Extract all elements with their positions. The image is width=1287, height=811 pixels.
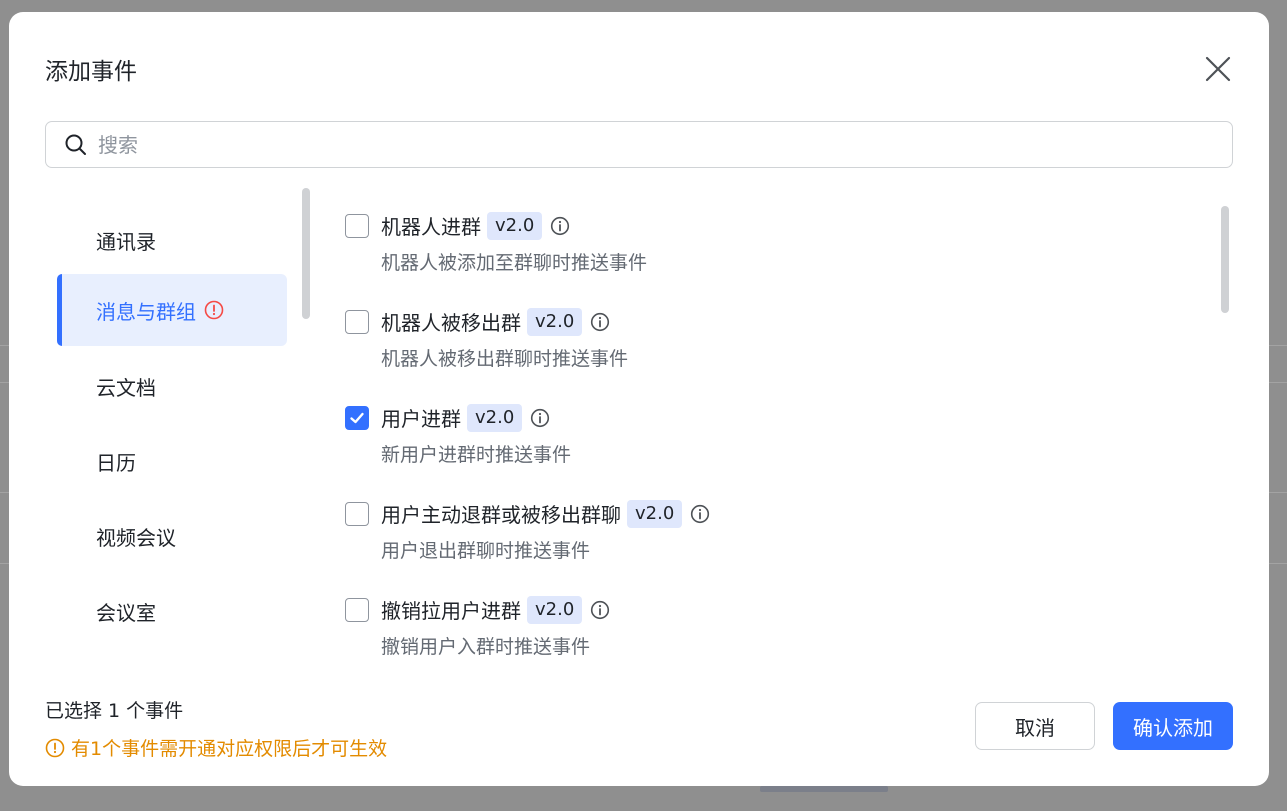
alert-circle-icon <box>204 300 224 320</box>
sidebar-item-label: 视频会议 <box>96 525 176 550</box>
list-item: 机器人被移出群 v2.0 机器人被移出群聊时推送事件 <box>345 296 1205 376</box>
selected-count: 已选择 1 个事件 <box>45 700 184 722</box>
sidebar-item-label: 消息与群组 <box>96 299 196 324</box>
event-description: 机器人被添加至群聊时推送事件 <box>381 252 648 274</box>
close-icon <box>1205 56 1231 82</box>
search-box[interactable] <box>45 121 1233 168</box>
sidebar-item-label: 日历 <box>96 450 136 475</box>
event-name: 撤销拉用户进群 <box>381 599 521 623</box>
event-name: 用户进群 <box>381 407 461 431</box>
list-item: 用户进群 v2.0 新用户进群时推送事件 <box>345 392 1205 472</box>
list-item: 撤销拉用户进群 v2.0 撤销用户入群时推送事件 <box>345 584 1205 664</box>
confirm-add-button[interactable]: 确认添加 <box>1113 702 1233 750</box>
checkmark-icon <box>350 412 364 424</box>
sidebar-item-label: 通讯录 <box>96 229 156 254</box>
warning-circle-icon <box>45 738 65 757</box>
event-checkbox[interactable] <box>345 310 369 334</box>
event-description: 机器人被移出群聊时推送事件 <box>381 348 629 370</box>
info-icon[interactable] <box>590 600 610 620</box>
dialog-title: 添加事件 <box>45 59 137 85</box>
background-element <box>760 786 888 792</box>
cancel-button[interactable]: 取消 <box>975 702 1095 750</box>
event-checkbox[interactable] <box>345 598 369 622</box>
version-badge: v2.0 <box>627 499 683 528</box>
event-name: 机器人被移出群 <box>381 311 521 335</box>
sidebar-item-label: 会议室 <box>96 600 156 625</box>
event-name: 机器人进群 <box>381 215 481 239</box>
close-button[interactable] <box>1201 52 1235 86</box>
warning-text: 有1个事件需开通对应权限后才可生效 <box>71 738 388 760</box>
sidebar-item-docs[interactable]: 云文档 <box>57 350 287 422</box>
info-icon[interactable] <box>690 504 710 524</box>
version-badge: v2.0 <box>467 403 523 432</box>
version-badge: v2.0 <box>487 211 543 240</box>
event-checkbox[interactable] <box>345 502 369 526</box>
permission-warning: 有1个事件需开通对应权限后才可生效 <box>45 734 387 761</box>
event-checkbox[interactable] <box>345 214 369 238</box>
category-sidebar: 通讯录 消息与群组 云文档 日历 视频会议 会议室 <box>57 188 287 668</box>
info-icon[interactable] <box>530 408 550 428</box>
event-name: 用户主动退群或被移出群聊 <box>381 503 621 527</box>
info-icon[interactable] <box>590 312 610 332</box>
sidebar-item-meeting-room[interactable]: 会议室 <box>57 575 287 647</box>
event-description: 撤销用户入群时推送事件 <box>381 636 591 658</box>
sidebar-item-label: 云文档 <box>96 375 156 400</box>
event-checkbox[interactable] <box>345 406 369 430</box>
search-icon <box>65 134 86 155</box>
version-badge: v2.0 <box>527 595 583 624</box>
sidebar-item-contacts[interactable]: 通讯录 <box>57 204 287 276</box>
event-description: 用户退出群聊时推送事件 <box>381 540 591 562</box>
sidebar-item-calendar[interactable]: 日历 <box>57 425 287 497</box>
event-description: 新用户进群时推送事件 <box>381 444 572 466</box>
sidebar-item-messages-groups[interactable]: 消息与群组 <box>57 274 287 346</box>
list-item: 用户主动退群或被移出群聊 v2.0 用户退出群聊时推送事件 <box>345 488 1205 568</box>
sidebar-scrollbar[interactable] <box>302 188 310 319</box>
search-input[interactable] <box>98 132 1198 157</box>
version-badge: v2.0 <box>527 307 583 336</box>
info-icon[interactable] <box>550 216 570 236</box>
list-item: 机器人进群 v2.0 机器人被添加至群聊时推送事件 <box>345 200 1205 280</box>
add-event-dialog: 添加事件 通讯录 消息与群组 云文档 <box>9 12 1269 786</box>
event-list-scrollbar[interactable] <box>1221 206 1229 313</box>
sidebar-item-video-meeting[interactable]: 视频会议 <box>57 500 287 572</box>
